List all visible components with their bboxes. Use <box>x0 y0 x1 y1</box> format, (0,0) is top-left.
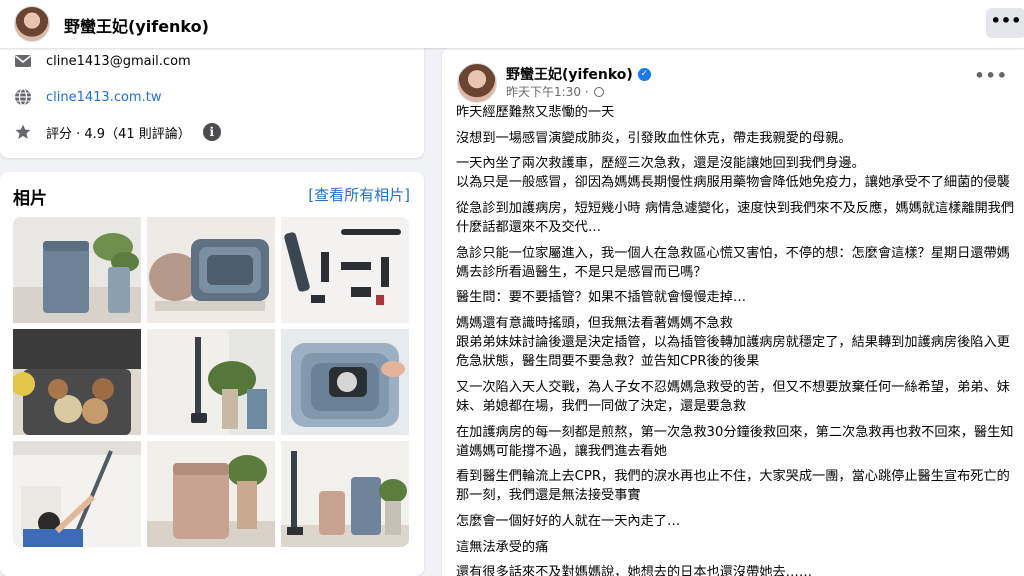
intro-card: cline1413@gmail.com cline1413.com.tw 評分 … <box>0 40 424 158</box>
photo-vacuum-purifier-group[interactable] <box>281 441 409 547</box>
rating-text: 評分 · 4.9（41 則評論） <box>46 126 191 142</box>
page-avatar[interactable] <box>14 6 50 42</box>
photos-card: 相片 [查看所有相片] <box>0 172 424 576</box>
post-paragraph: 媽媽還有意識時搖頭，但我無法看著媽媽不急救 跟弟弟妹妹討論後還是決定插管，以為插… <box>456 316 1010 370</box>
page-header: 野蠻王妃(yifenko) ••• <box>0 0 1024 48</box>
post-paragraph: 怎麼會一個好好的人就在一天內走了… <box>456 513 681 529</box>
photo-air-purifier-stack-rose[interactable] <box>147 217 275 323</box>
post-meta: 昨天下午1:30 · <box>506 83 604 100</box>
info-icon[interactable]: i <box>202 123 221 141</box>
see-all-photos-link[interactable]: [查看所有相片] <box>308 184 410 205</box>
photos-title: 相片 <box>13 189 47 209</box>
post-paragraph: 在加護病房的每一刻都是煎熬，第一次急救30分鐘後救回來，第二次急救再也救不回來，… <box>456 424 1014 459</box>
photo-man-vacuuming-ceiling[interactable] <box>13 441 141 547</box>
photo-vacuum-accessories[interactable] <box>281 217 409 323</box>
website-link[interactable]: cline1413.com.tw <box>46 90 161 105</box>
photo-stick-vacuum-plants[interactable] <box>147 329 275 435</box>
post-timestamp[interactable]: 昨天下午1:30 · <box>506 83 589 100</box>
photo-air-purifier-blue[interactable] <box>13 217 141 323</box>
photo-air-purifier-pink-plant[interactable] <box>147 441 275 547</box>
public-globe-icon <box>593 86 604 97</box>
email-text[interactable]: cline1413@gmail.com <box>46 54 191 69</box>
email-row: cline1413@gmail.com <box>12 50 191 72</box>
photo-air-fryer-cookies[interactable] <box>13 329 141 435</box>
post-card: 野蠻王妃(yifenko) ✓ 昨天下午1:30 · ••• 昨天經歷難熬又悲慟… <box>442 48 1024 576</box>
verified-badge-icon: ✓ <box>637 67 651 81</box>
globe-icon <box>12 88 34 106</box>
photo-grid <box>13 217 409 547</box>
post-paragraph: 昨天經歷難熬又悲慟的一天 <box>456 105 615 120</box>
post-paragraph: 又一次陷入天人交戰，為人子女不忍媽媽急救受的苦，但又不想要放棄任何一絲希望，弟弟… <box>456 379 1010 414</box>
rating-row: 評分 · 4.9（41 則評論） i <box>12 121 221 143</box>
post-author-avatar[interactable] <box>457 63 497 103</box>
post-paragraph: 一天內坐了兩次救護車，歷經三次急救，還是沒能讓她回到我們身邊。 以為只是一般感冒… <box>456 156 1010 191</box>
more-options-button[interactable]: ••• <box>986 8 1024 38</box>
page-name[interactable]: 野蠻王妃(yifenko) <box>64 13 209 37</box>
post-paragraph: 這無法承受的痛 <box>456 539 549 555</box>
post-paragraph: 沒想到一場感冒演變成肺炎，引發敗血性休克，帶走我親愛的母親。 <box>456 130 852 146</box>
post-body: 昨天經歷難熬又悲慟的一天 沒想到一場感冒演變成肺炎，引發敗血性休克，帶走我親愛的… <box>456 103 1016 576</box>
post-more-options-icon[interactable]: ••• <box>974 66 1008 85</box>
website-row: cline1413.com.tw <box>12 86 161 108</box>
post-paragraph: 從急診到加護病房，短短幾小時 病情急遽變化，速度快到我們來不及反應，媽媽就這樣離… <box>456 201 1015 236</box>
post-paragraph: 急診只能一位家屬進入，我一個人在急救區心慌又害怕，不停的想：怎麼會這樣？星期日還… <box>456 245 1010 280</box>
post-paragraph: 還有很多話來不及對媽媽說，她想去的日本也還沒帶她去…… <box>456 565 813 576</box>
post-author-name[interactable]: 野蠻王妃(yifenko) <box>506 64 633 84</box>
post-paragraph: 看到醫生們輪流上去CPR，我們的淚水再也止不住，大家哭成一團，當心跳停止醫生宣布… <box>456 469 1010 504</box>
envelope-icon <box>12 52 34 70</box>
star-icon <box>12 123 34 141</box>
photo-air-purifier-filter-panel[interactable] <box>281 329 409 435</box>
post-paragraph: 醫生問：要不要插管？如果不插管就會慢慢走掉… <box>456 290 747 306</box>
post-author: 野蠻王妃(yifenko) ✓ <box>506 64 651 84</box>
